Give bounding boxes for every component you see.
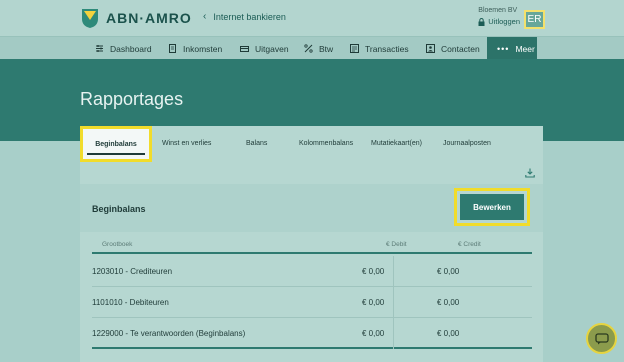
download-icon[interactable] bbox=[525, 168, 535, 178]
lock-icon bbox=[478, 17, 485, 26]
percent-icon bbox=[304, 44, 313, 53]
beginbalans-section: Beginbalans Bewerken bbox=[80, 184, 543, 232]
nav-item-dashboard[interactable]: Dashboard bbox=[95, 37, 152, 60]
chevron-left-icon: ‹ bbox=[203, 11, 207, 22]
nav-label: Inkomsten bbox=[183, 43, 223, 54]
debit-cell: € 0,00 bbox=[362, 267, 385, 276]
debit-cell: € 0,00 bbox=[362, 329, 385, 338]
nav-label: Contacten bbox=[441, 43, 480, 54]
page-title: Rapportages bbox=[80, 89, 184, 109]
nav-item-meer[interactable]: ••• Meer bbox=[487, 37, 537, 60]
avatar[interactable]: ER bbox=[524, 10, 545, 29]
debit-cell: € 0,00 bbox=[362, 298, 385, 307]
tab-kolommenbalans[interactable]: Kolommenbalans bbox=[299, 140, 353, 147]
more-icon: ••• bbox=[497, 44, 510, 54]
table-row: 1203010 - Crediteuren € 0,00 € 0,00 bbox=[92, 256, 532, 287]
credit-cell: € 0,00 bbox=[437, 329, 460, 338]
logout-link[interactable]: Uitloggen bbox=[478, 17, 520, 26]
logout-label: Uitloggen bbox=[488, 17, 520, 26]
column-header-debit: € Debit bbox=[386, 241, 407, 248]
table-header: Grootboek € Debit € Credit bbox=[92, 239, 532, 254]
nav-item-inkomsten[interactable]: Inkomsten bbox=[168, 37, 222, 60]
account-cell: 1203010 - Crediteuren bbox=[92, 267, 173, 276]
credit-cell: € 0,00 bbox=[437, 298, 460, 307]
report-tabs: Beginbalans Winst en verlies Balans Kolo… bbox=[80, 126, 543, 162]
column-header-credit: € Credit bbox=[458, 241, 481, 248]
nav-item-transacties[interactable]: Transacties bbox=[350, 37, 409, 60]
internet-bankieren-link[interactable]: ‹ Internet bankieren bbox=[203, 11, 286, 22]
tab-mutatiekaarten[interactable]: Mutatiekaart(en) bbox=[371, 140, 422, 147]
column-header-grootboek: Grootboek bbox=[102, 241, 133, 248]
account-name: Bloemen BV bbox=[478, 7, 518, 14]
table-row: 1229000 - Te verantwoorden (Beginbalans)… bbox=[92, 318, 532, 349]
tab-beginbalans[interactable]: Beginbalans bbox=[80, 126, 152, 162]
account-cell: 1101010 - Debiteuren bbox=[92, 298, 169, 307]
table-row: 1101010 - Debiteuren € 0,00 € 0,00 bbox=[92, 287, 532, 318]
list-icon bbox=[350, 44, 359, 53]
tab-winst-en-verlies[interactable]: Winst en verlies bbox=[162, 140, 211, 147]
nav-item-btw[interactable]: Btw bbox=[304, 37, 333, 60]
active-tab-indicator bbox=[87, 153, 145, 155]
edit-button[interactable]: Bewerken bbox=[460, 194, 524, 220]
document-icon bbox=[169, 44, 176, 53]
top-header: ABN·AMRO ‹ Internet bankieren Bloemen BV… bbox=[0, 0, 624, 36]
main-navigation: Dashboard Inkomsten Uitgaven Btw Transac… bbox=[0, 36, 624, 60]
section-title: Beginbalans bbox=[92, 204, 146, 214]
account-info: Bloemen BV Uitloggen bbox=[478, 7, 520, 26]
account-cell: 1229000 - Te verantwoorden (Beginbalans) bbox=[92, 329, 246, 338]
column-divider bbox=[393, 318, 394, 349]
credit-cell: € 0,00 bbox=[437, 267, 460, 276]
back-link-label: Internet bankieren bbox=[213, 11, 286, 22]
shield-logo-icon bbox=[82, 9, 98, 28]
contact-icon bbox=[426, 44, 435, 53]
column-divider bbox=[393, 287, 394, 318]
nav-label: Btw bbox=[319, 43, 334, 54]
column-divider bbox=[393, 256, 394, 287]
edit-button-highlight: Bewerken bbox=[454, 188, 530, 226]
logo-text: ABN·AMRO bbox=[106, 10, 192, 26]
dashboard-icon bbox=[96, 45, 103, 52]
nav-item-uitgaven[interactable]: Uitgaven bbox=[240, 37, 289, 60]
nav-label: Meer bbox=[515, 43, 535, 54]
chat-icon bbox=[594, 332, 609, 344]
tab-balans[interactable]: Balans bbox=[246, 140, 267, 147]
report-card: Beginbalans Winst en verlies Balans Kolo… bbox=[80, 126, 543, 362]
nav-label: Dashboard bbox=[110, 43, 152, 54]
nav-item-contacten[interactable]: Contacten bbox=[426, 37, 480, 60]
abn-amro-logo[interactable]: ABN·AMRO bbox=[80, 7, 192, 29]
tab-journaalposten[interactable]: Journaalposten bbox=[443, 140, 491, 147]
nav-label: Uitgaven bbox=[255, 43, 289, 54]
chat-button[interactable] bbox=[586, 323, 617, 354]
cart-icon bbox=[240, 46, 249, 52]
tab-label: Beginbalans bbox=[95, 140, 137, 148]
nav-label: Transacties bbox=[365, 43, 409, 54]
